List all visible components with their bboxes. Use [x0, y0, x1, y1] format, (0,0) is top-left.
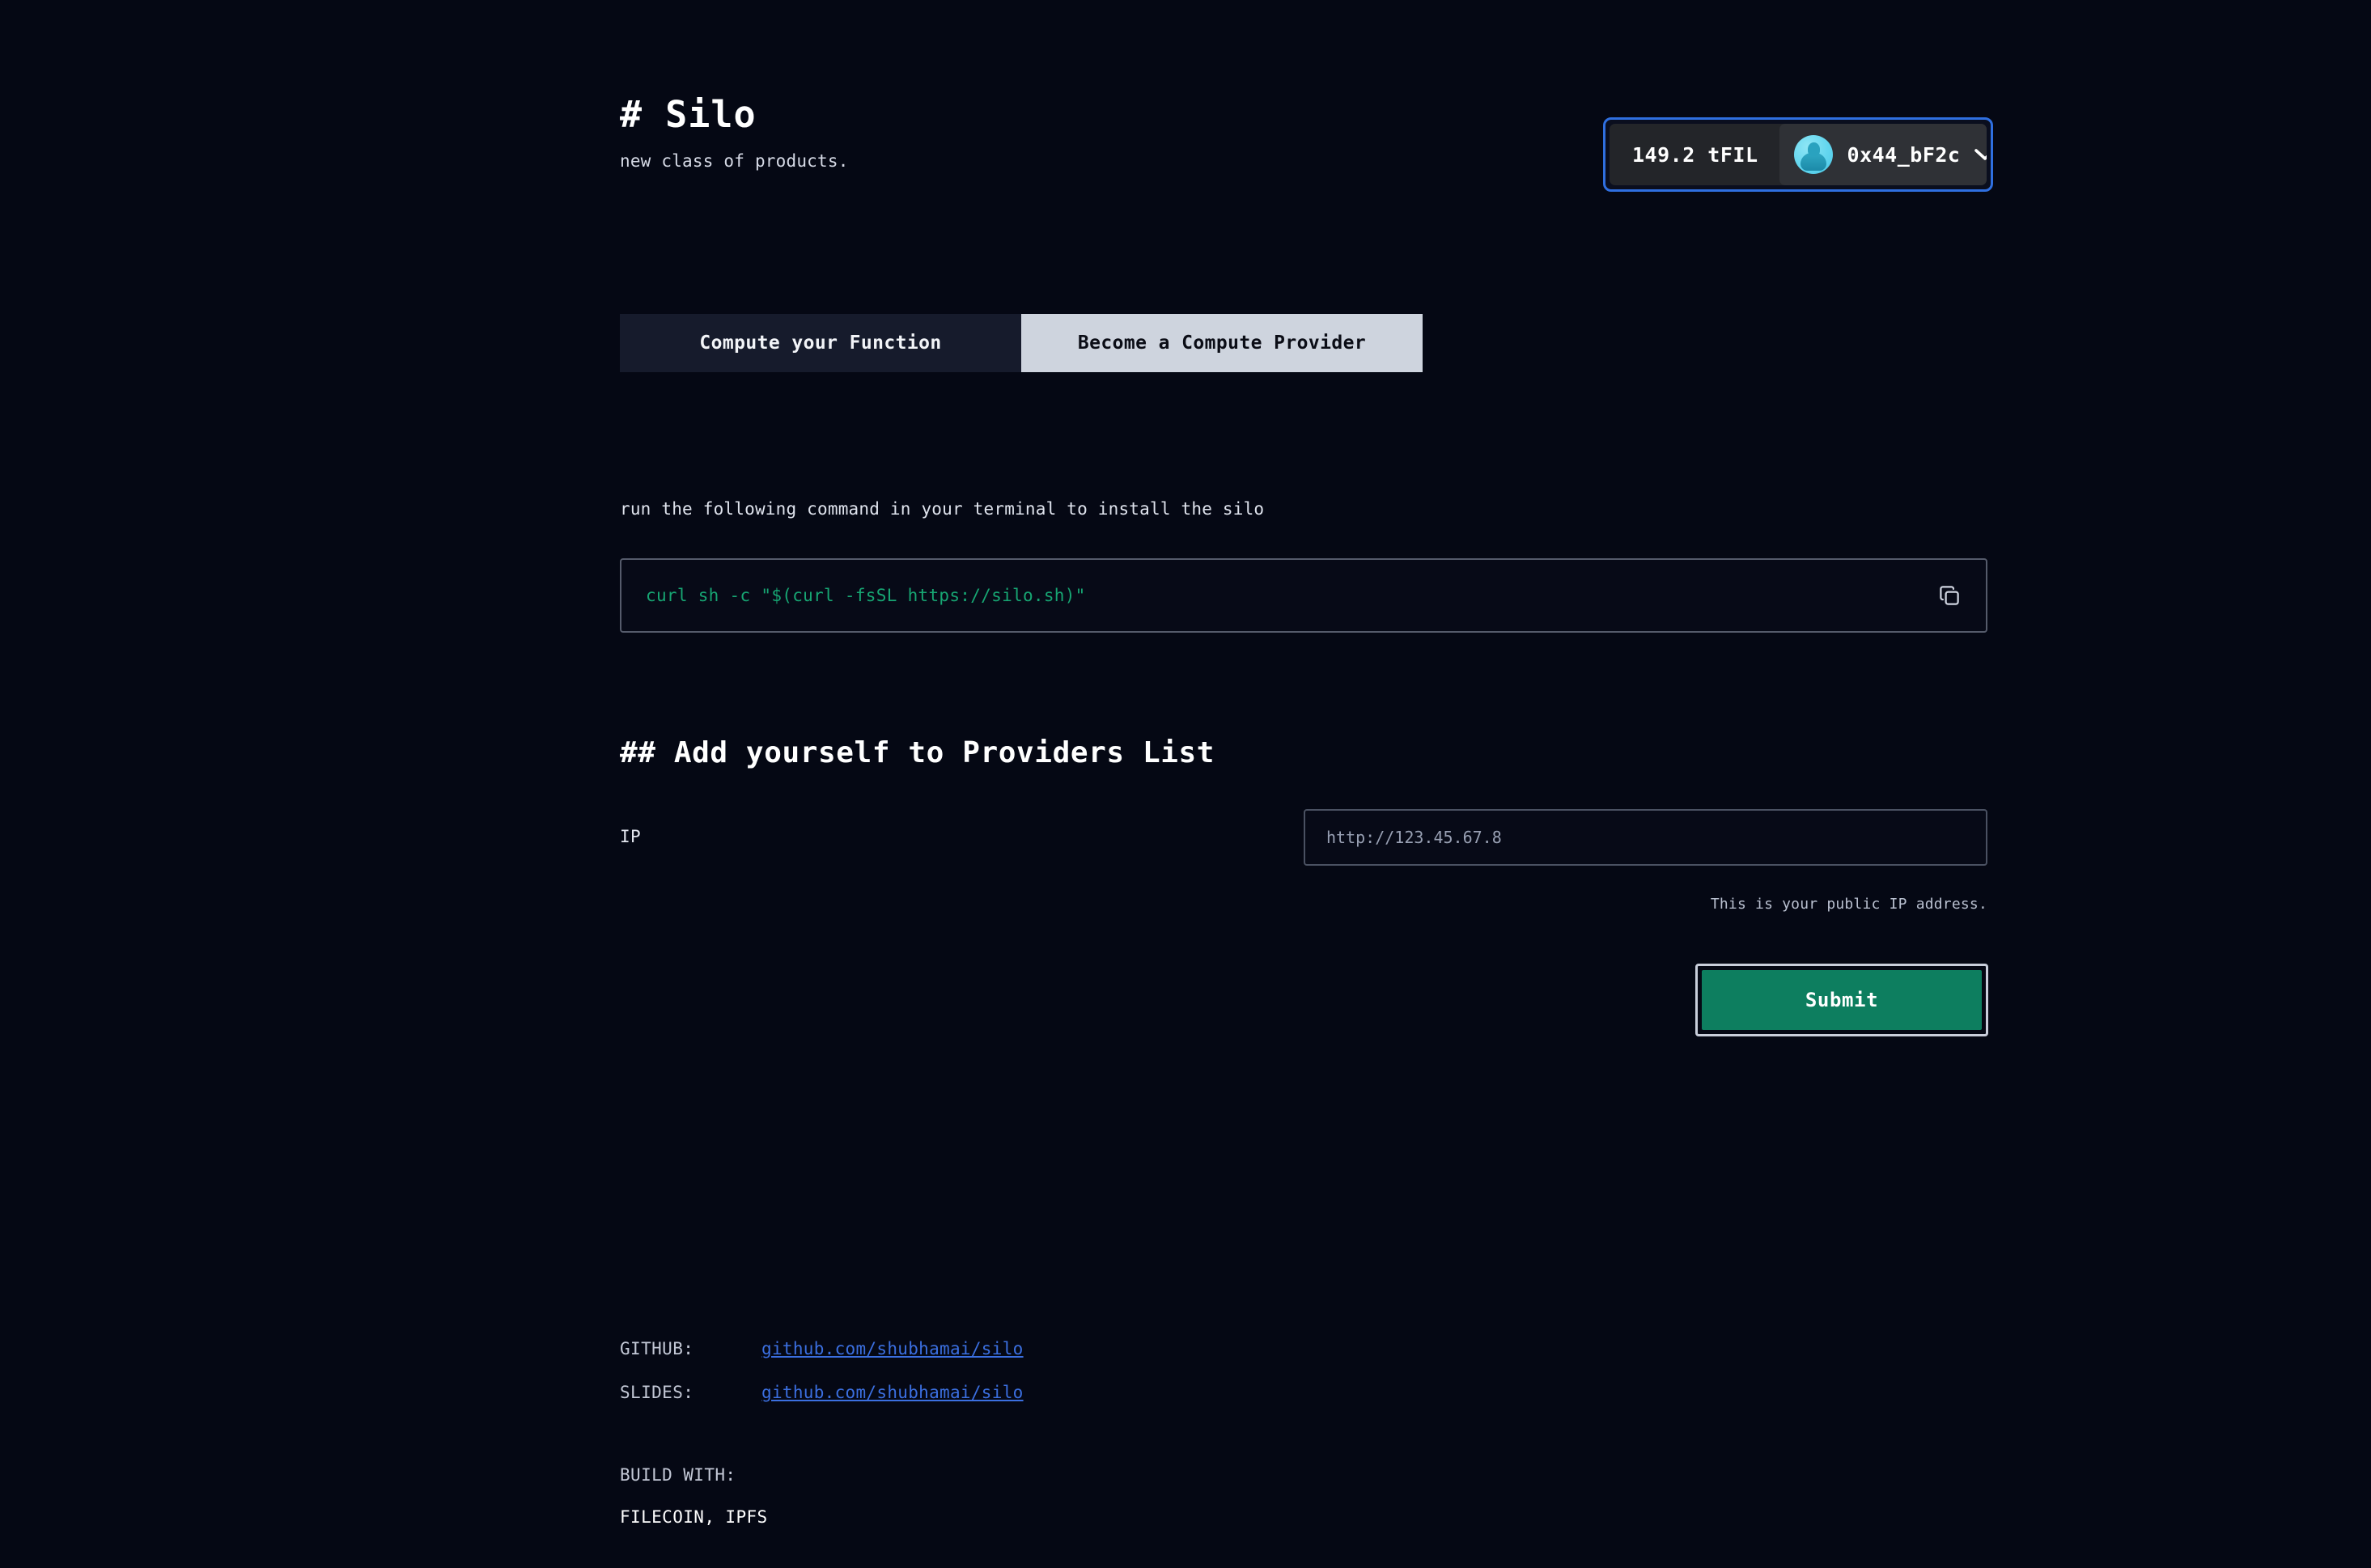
- ip-field-label: IP: [620, 827, 641, 846]
- footer-row-slides: SLIDES: github.com/shubhamai/silo: [620, 1383, 1987, 1426]
- wallet-connect-container[interactable]: 149.2 tFIL 0x44_bF2c: [1603, 117, 1993, 192]
- ip-input[interactable]: [1304, 809, 1987, 866]
- build-with-label: BUILD WITH:: [620, 1465, 736, 1485]
- footer-link-slides[interactable]: github.com/shubhamai/silo: [761, 1383, 1024, 1402]
- install-instruction-text: run the following command in your termin…: [620, 499, 1265, 519]
- footer-label-slides: SLIDES:: [620, 1383, 694, 1402]
- ip-field-row: IP: [620, 809, 1987, 866]
- page-root: # Silo new class of products. 149.2 tFIL…: [0, 0, 2371, 1568]
- chevron-down-icon[interactable]: [1974, 148, 1987, 161]
- wallet-balance: 149.2 tFIL: [1632, 142, 1758, 167]
- install-command-text: curl sh -c "$(curl -fsSL https://silo.sh…: [646, 586, 1086, 605]
- whale-avatar-icon: [1793, 135, 1833, 174]
- tab-become-a-compute-provider[interactable]: Become a Compute Provider: [1021, 314, 1423, 372]
- footer-label-github: GITHUB:: [620, 1339, 694, 1358]
- wallet-address: 0x44_bF2c: [1847, 142, 1961, 167]
- submit-button-container[interactable]: Submit: [1695, 964, 1988, 1036]
- providers-section-title: ## Add yourself to Providers List: [620, 736, 1215, 769]
- submit-button[interactable]: Submit: [1702, 970, 1982, 1030]
- page-footer: GITHUB: github.com/shubhamai/silo SLIDES…: [620, 1339, 1987, 1527]
- install-command-box: curl sh -c "$(curl -fsSL https://silo.sh…: [620, 558, 1987, 633]
- footer-row-github: GITHUB: github.com/shubhamai/silo: [620, 1339, 1987, 1383]
- mode-tabs: Compute your Function Become a Compute P…: [620, 314, 1423, 372]
- wallet-account-button[interactable]: 0x44_bF2c: [1779, 124, 1987, 185]
- footer-link-github[interactable]: github.com/shubhamai/silo: [761, 1339, 1024, 1358]
- tab-compute-your-function[interactable]: Compute your Function: [620, 314, 1021, 372]
- copy-icon[interactable]: [1937, 583, 1962, 608]
- wallet-button[interactable]: 149.2 tFIL 0x44_bF2c: [1610, 124, 1987, 185]
- build-with-stack: FILECOIN, IPFS: [620, 1507, 768, 1527]
- ip-field-hint: This is your public IP address.: [1710, 896, 1987, 913]
